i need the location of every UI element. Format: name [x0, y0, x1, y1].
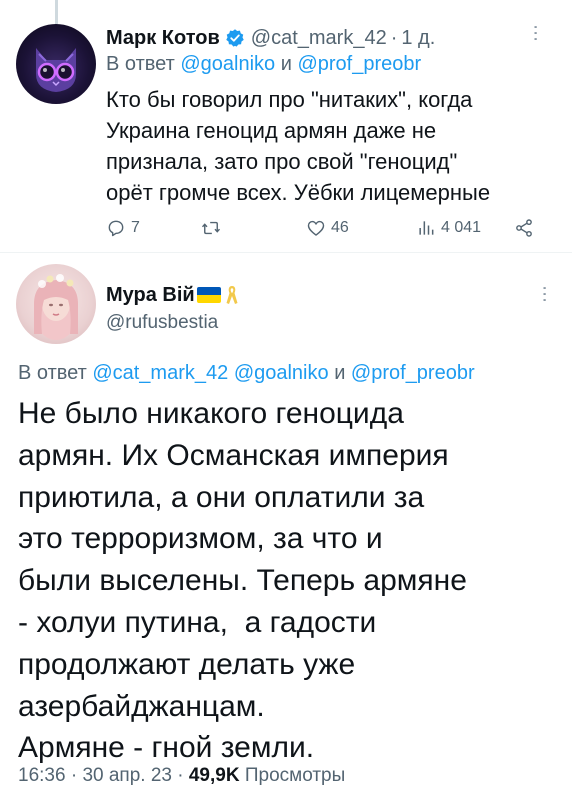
reply-conjunction: и — [280, 53, 292, 75]
tweet-text-line: приютила, а они оплатили за — [18, 480, 425, 514]
tweet-actions-bar: 7 46 4 041 — [106, 214, 536, 242]
tweet-time[interactable]: 1 д. — [401, 27, 435, 50]
tweet-text-line: это терроризмом, за что и — [18, 522, 383, 556]
user-photo-icon — [34, 274, 78, 340]
yellow-ribbon-icon — [226, 286, 238, 304]
mention-link[interactable]: @cat_mark_42 — [92, 362, 228, 384]
verified-badge-icon — [226, 29, 244, 47]
mention-link[interactable]: @prof_preobr — [351, 362, 475, 384]
tweet-metadata: 16:36 · 30 апр. 23 · 49,9K Просмотры — [18, 765, 345, 787]
views-count: 49,9K — [188, 765, 240, 786]
ukraine-flag-icon — [196, 287, 221, 303]
like-icon — [307, 220, 325, 236]
mention-link[interactable]: @goalniko — [234, 362, 329, 384]
tweet-text-line: признала, зато про свой "геноцид" — [106, 149, 458, 174]
author-handle[interactable]: @cat_mark_42 — [251, 27, 387, 50]
reply-context: В ответ @goalniko и @prof_preobr — [106, 53, 421, 76]
author-name[interactable]: Марк Котов — [106, 27, 220, 50]
share-button[interactable] — [514, 218, 534, 238]
tweet-parent[interactable]: Марк Котов @cat_mark_42 · 1 д. ⋯ В ответ… — [0, 0, 572, 252]
views-count: 4 041 — [441, 219, 482, 236]
avatar[interactable] — [16, 24, 96, 104]
separator-dot: · — [177, 765, 184, 786]
tweet-text-line: были выселены. Теперь армяне — [18, 564, 467, 598]
reply-prefix: В ответ — [18, 362, 87, 384]
author-handle[interactable]: @rufusbestia — [106, 312, 218, 334]
tweet-date[interactable]: 30 апр. 23 — [82, 765, 172, 786]
tweet-text-line: продолжают делать уже — [18, 647, 356, 681]
tweet-text-line: - холуи путина, а гадости — [18, 605, 377, 639]
tweet-text-line: армян. Их Османская империя — [18, 438, 449, 472]
tweet-text-line: орёт громче всех. Уёбки лицемерные — [106, 180, 491, 205]
tweet-text: Не было никакого геноцида армян. Их Осма… — [18, 393, 558, 769]
tweet-text-line: азербайджанцам. — [18, 689, 265, 723]
like-button[interactable]: 46 — [306, 218, 349, 238]
mention-link[interactable]: @prof_preobr — [297, 53, 421, 75]
tweet-text: Кто бы говорил про "нитаких", когда Укра… — [106, 84, 536, 208]
reply-context: В ответ @cat_mark_42 @goalniko и @prof_p… — [18, 362, 475, 385]
reply-button[interactable]: 7 — [106, 218, 140, 238]
reply-icon — [108, 220, 124, 237]
tweet-text-line: Не было никакого геноцида — [18, 397, 404, 430]
reply-prefix: В ответ — [106, 53, 175, 75]
more-icon[interactable]: ⋯ — [526, 24, 546, 42]
tweet-divider — [0, 252, 572, 253]
reply-count: 7 — [131, 219, 140, 236]
mention-link[interactable]: @goalniko — [180, 53, 275, 75]
views-label[interactable]: Просмотры — [245, 765, 345, 786]
views-button[interactable]: 4 041 — [416, 218, 481, 238]
views-icon — [419, 221, 434, 235]
tweet-header: Мура Вій — [106, 282, 239, 308]
tweet-text-line: Украина геноцид армян даже не — [106, 118, 437, 143]
avatar[interactable] — [16, 264, 96, 344]
retweet-icon — [201, 221, 221, 235]
separator-dot: · — [70, 765, 78, 786]
reply-conjunction: и — [334, 362, 346, 384]
author-name[interactable]: Мура Вій — [106, 284, 195, 307]
more-icon[interactable]: ⋯ — [535, 285, 555, 303]
like-count: 46 — [331, 219, 349, 236]
separator-dot: · — [390, 26, 398, 49]
tweet-time[interactable]: 16:36 — [18, 765, 66, 786]
tweet-text-line: Кто бы говорил про "нитаких", когда — [106, 87, 473, 112]
retweet-button[interactable] — [200, 218, 227, 238]
tweet-text-line: Армяне - гной земли. — [18, 731, 315, 765]
cat-avatar-icon — [36, 48, 76, 92]
share-icon — [516, 219, 532, 237]
tweet-header: Марк Котов @cat_mark_42 · 1 д. — [106, 24, 435, 52]
